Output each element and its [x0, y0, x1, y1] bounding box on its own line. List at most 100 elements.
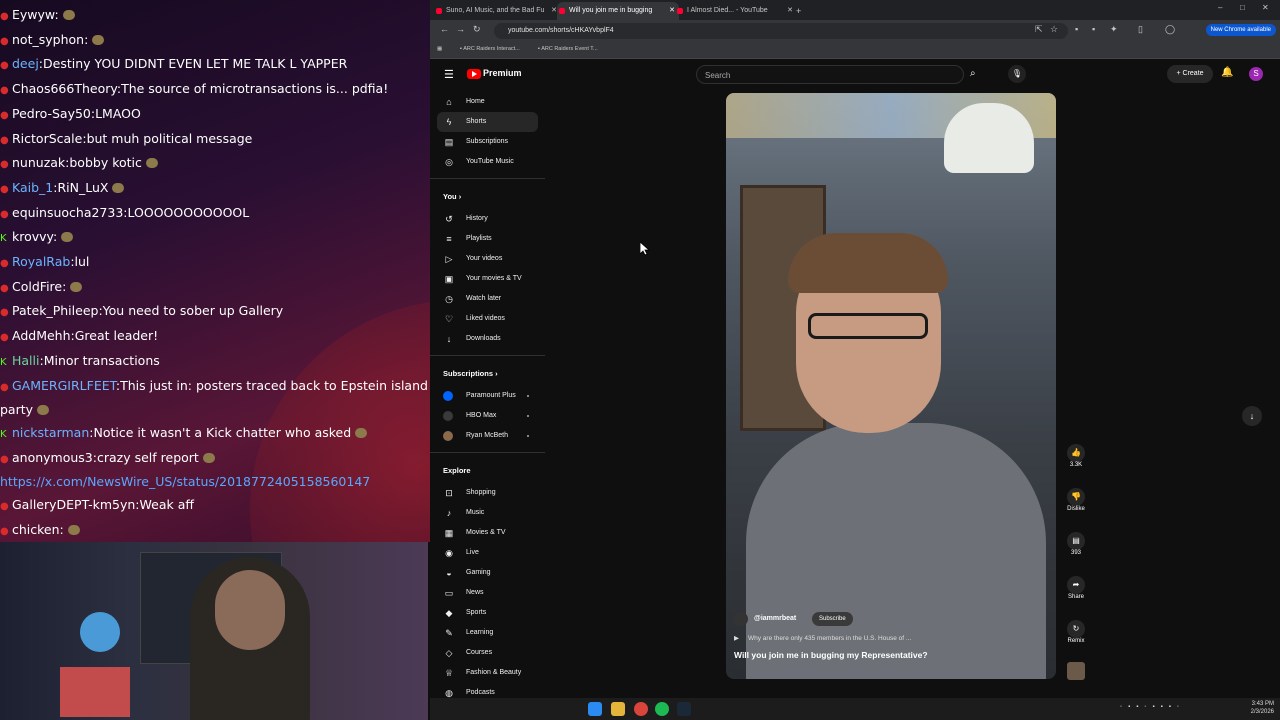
- history-icon: ↺: [445, 214, 453, 224]
- forward-icon[interactable]: →: [456, 24, 465, 34]
- subscription-item[interactable]: HBO Max: [430, 406, 545, 426]
- chat-username[interactable]: nickstarman: [12, 425, 89, 440]
- subscription-item[interactable]: Paramount Plus: [430, 386, 545, 406]
- new-content-dot-icon: [527, 395, 529, 397]
- sidebar-item-liked-videos[interactable]: ♡ Liked videos: [430, 309, 545, 329]
- sidebar-item-your-movies-tv[interactable]: ▣ Your movies & TV: [430, 269, 545, 289]
- sidebar-item-movies-tv[interactable]: ▦ Movies & TV: [430, 523, 545, 543]
- short-title[interactable]: Will you join me in bugging my Represent…: [734, 650, 928, 660]
- chat-username[interactable]: equinsuocha2733: [12, 205, 123, 220]
- extension-icon[interactable]: ✦: [1110, 24, 1118, 35]
- remix-button[interactable]: ↻ Remix: [1065, 620, 1087, 644]
- subscribe-button[interactable]: Subscribe: [812, 612, 853, 626]
- share-button[interactable]: ➦ Share: [1065, 576, 1087, 600]
- menu-icon[interactable]: ☰: [444, 68, 454, 81]
- sidebar-item-subscriptions[interactable]: ▤ Subscriptions: [430, 132, 545, 152]
- sidebar-item-watch-later[interactable]: ◷ Watch later: [430, 289, 545, 309]
- chat-username[interactable]: not_syphon: [12, 32, 84, 47]
- sidebar-item-music[interactable]: ♪ Music: [430, 503, 545, 523]
- chat-username[interactable]: krovvy: [12, 229, 53, 244]
- learning-icon: ✎: [445, 628, 453, 638]
- create-button[interactable]: + Create: [1167, 65, 1213, 83]
- chat-username[interactable]: RictorScale: [12, 131, 82, 146]
- chat-username[interactable]: Patek_Phileep: [12, 303, 98, 318]
- close-window-icon[interactable]: ✕: [1262, 3, 1269, 12]
- next-short-button[interactable]: ↓: [1242, 406, 1262, 426]
- install-icon[interactable]: ⇱: [1035, 24, 1043, 35]
- sidebar-item-your-videos[interactable]: ▷ Your videos: [430, 249, 545, 269]
- chat-username[interactable]: nunuzak: [12, 155, 65, 170]
- chat-username[interactable]: GalleryDEPT-km5yn: [12, 497, 135, 512]
- sidebar-item-downloads[interactable]: ↓ Downloads: [430, 329, 545, 349]
- tab-i-almost-died[interactable]: I Almost Died... - YouTube ✕: [675, 2, 797, 20]
- bookmark-item[interactable]: ▪ ARC Raiders Interact...: [460, 46, 520, 52]
- address-bar[interactable]: youtube.com/shorts/cHKAYvbplF4: [494, 23, 1068, 39]
- shorts-player[interactable]: @iammrbeat Subscribe ▶ Why are there onl…: [726, 93, 1056, 679]
- sidebar-item-youtube-music[interactable]: ◎ YouTube Music: [430, 152, 545, 172]
- chat-username[interactable]: ColdFire: [12, 279, 62, 294]
- notifications-bell-icon[interactable]: 🔔: [1221, 67, 1233, 78]
- chat-username[interactable]: Pedro-Say50: [12, 106, 91, 121]
- sidebar-item-courses[interactable]: ◇ Courses: [430, 643, 545, 663]
- related-video-link[interactable]: ▶ Why are there only 435 members in the …: [734, 633, 911, 645]
- sidebar-item-live[interactable]: ◉ Live: [430, 543, 545, 563]
- sidebar-item-shorts[interactable]: ϟ Shorts: [437, 112, 538, 132]
- sidebar-item-history[interactable]: ↺ History: [430, 209, 545, 229]
- chat-username[interactable]: chicken: [12, 522, 60, 537]
- system-clock[interactable]: 3:43 PM 2/3/2026: [1251, 700, 1274, 716]
- chat-username[interactable]: deej: [12, 56, 39, 71]
- back-icon[interactable]: ←: [440, 24, 449, 34]
- sidebar-item-playlists[interactable]: ≡ Playlists: [430, 229, 545, 249]
- sidebar-item-sports[interactable]: ◆ Sports: [430, 603, 545, 623]
- subscriptions-section-header[interactable]: Subscriptions ›: [430, 362, 545, 386]
- account-avatar[interactable]: S: [1249, 67, 1263, 81]
- spotify-icon[interactable]: [655, 702, 669, 716]
- youtube-logo-icon[interactable]: [467, 69, 481, 79]
- chat-username[interactable]: GAMERGIRLFEET: [12, 378, 116, 393]
- sidebar-item-fashion-beauty[interactable]: ♕ Fashion & Beauty: [430, 663, 545, 683]
- like-button[interactable]: 👍 3.3K: [1065, 444, 1087, 468]
- chat-link[interactable]: https://x.com/NewsWire_US/status/2018772…: [0, 474, 370, 489]
- chat-username[interactable]: Kaib_1: [12, 180, 53, 195]
- chrome-icon[interactable]: [634, 702, 648, 716]
- sidebar-item-home[interactable]: ⌂ Home: [430, 92, 545, 112]
- subscription-item[interactable]: Ryan McBeth: [430, 426, 545, 446]
- profile-icon[interactable]: ◯: [1165, 24, 1175, 35]
- chat-username[interactable]: RoyalRab: [12, 254, 70, 269]
- start-icon[interactable]: [588, 702, 602, 716]
- sidebar-item-shopping[interactable]: ⊡ Shopping: [430, 483, 545, 503]
- sidebar-item-learning[interactable]: ✎ Learning: [430, 623, 545, 643]
- update-chrome-button[interactable]: New Chrome available: [1205, 24, 1276, 36]
- steam-icon[interactable]: [677, 702, 691, 716]
- chat-username[interactable]: Eywyw: [12, 7, 54, 22]
- search-input[interactable]: Search: [696, 65, 964, 84]
- bookmark-star-icon[interactable]: ☆: [1050, 24, 1058, 35]
- reload-icon[interactable]: ↻: [473, 24, 481, 35]
- system-tray-icons[interactable]: ◦▪▪◦▪▪▪◦: [1120, 704, 1185, 710]
- search-icon[interactable]: ⌕: [970, 68, 976, 79]
- sidebar-item-gaming[interactable]: ◒ Gaming: [430, 563, 545, 583]
- new-tab-button[interactable]: +: [792, 2, 806, 20]
- bookmark-item[interactable]: ▪ ARC Raiders Event T...: [538, 46, 598, 52]
- youtube-brand[interactable]: Premium: [483, 68, 522, 78]
- chat-username[interactable]: Halli: [12, 353, 39, 368]
- you-section-header[interactable]: You ›: [430, 185, 545, 209]
- extension-icon[interactable]: ▪: [1092, 24, 1095, 34]
- chat-username[interactable]: Chaos666Theory: [12, 81, 117, 96]
- tab-current-short[interactable]: Will you join me in bugging ✕: [557, 2, 679, 20]
- minimize-icon[interactable]: –: [1218, 3, 1222, 12]
- channel-avatar[interactable]: [734, 612, 748, 626]
- chat-username[interactable]: anonymous3: [12, 450, 93, 465]
- sidebar-item-news[interactable]: ▭ News: [430, 583, 545, 603]
- dislike-button[interactable]: 👎 Dislike: [1065, 488, 1087, 512]
- maximize-icon[interactable]: □: [1240, 3, 1245, 12]
- extension-icon[interactable]: ▪: [1075, 24, 1078, 34]
- microphone-icon[interactable]: 🎙: [1008, 65, 1026, 83]
- chat-username[interactable]: AddMehh: [12, 328, 71, 343]
- sound-thumbnail[interactable]: [1065, 662, 1087, 680]
- sidebar-icon[interactable]: ▯: [1138, 24, 1143, 35]
- comments-button[interactable]: ▤ 393: [1065, 532, 1087, 556]
- file-explorer-icon[interactable]: [611, 702, 625, 716]
- tab-suno[interactable]: Suno, AI Music, and the Bad Fu ✕: [434, 2, 561, 20]
- apps-icon[interactable]: ▦: [437, 46, 442, 52]
